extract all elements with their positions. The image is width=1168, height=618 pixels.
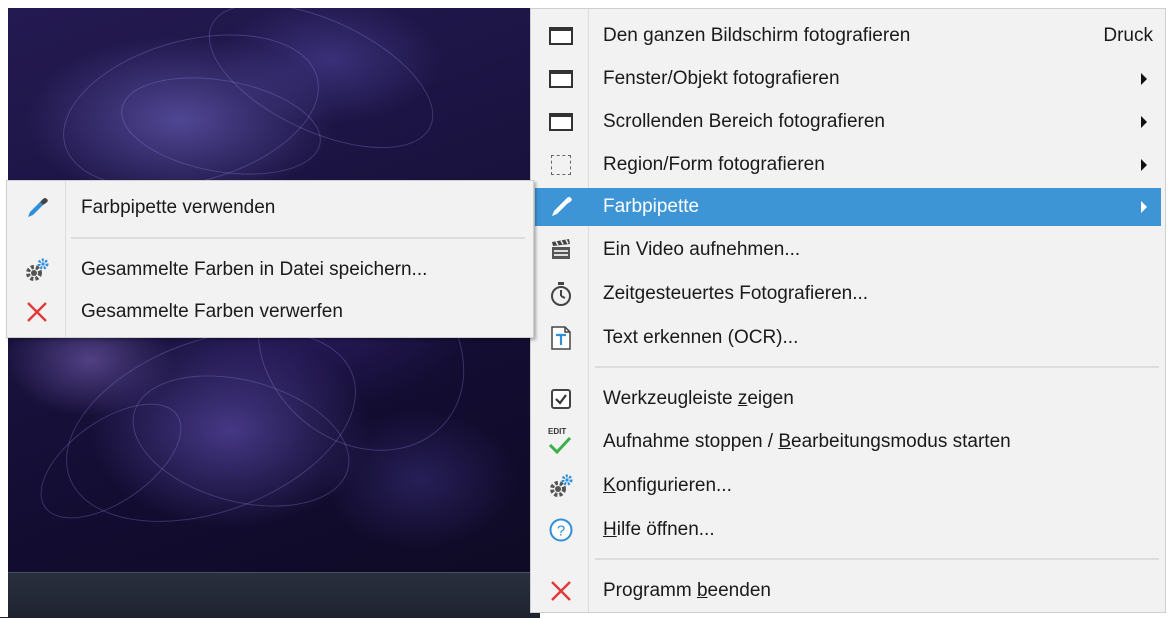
- text-document-icon: [535, 319, 587, 357]
- submenu-item-discard-colors[interactable]: Gesammelte Farben verwerfen: [9, 293, 529, 331]
- window-icon: [535, 103, 587, 141]
- menu-item-window-object[interactable]: Fenster/Objekt fotografieren: [535, 60, 1161, 98]
- menu-item-show-toolbar[interactable]: Werkzeugleiste zeigen: [535, 380, 1161, 418]
- eyedropper-icon: [535, 188, 587, 226]
- color-picker-submenu: Farbpipette verwenden Gesammelte Farben …: [6, 180, 534, 338]
- menu-item-timed-capture[interactable]: Zeitgesteuertes Fotografieren...: [535, 275, 1161, 313]
- submenu-item-use-color-picker[interactable]: Farbpipette verwenden: [9, 189, 529, 227]
- submenu-item-label: Gesammelte Farben in Datei speichern...: [81, 259, 428, 280]
- submenu-separator: [71, 237, 525, 239]
- submenu-arrow-icon: [1141, 201, 1147, 213]
- submenu-item-save-colors[interactable]: Gesammelte Farben in Datei speichern...: [9, 251, 529, 289]
- menu-item-label: Text erkennen (OCR)...: [603, 327, 799, 348]
- edit-check-icon: EDIT: [535, 423, 587, 461]
- menu-separator: [595, 558, 1159, 560]
- region-icon: [535, 146, 587, 184]
- context-menu: Den ganzen Bildschirm fotografieren Druc…: [530, 8, 1166, 613]
- taskbar[interactable]: [0, 572, 540, 618]
- gears-icon: [9, 251, 65, 289]
- menu-item-ocr[interactable]: Text erkennen (OCR)...: [535, 319, 1161, 357]
- submenu-item-label: Gesammelte Farben verwerfen: [81, 301, 343, 322]
- submenu-arrow-icon: [1141, 116, 1147, 128]
- border-strip-top: [0, 0, 540, 8]
- menu-item-exit-program[interactable]: Programm beenden: [535, 572, 1161, 610]
- menu-separator: [595, 366, 1159, 368]
- menu-item-open-help[interactable]: ? Hilfe öffnen...: [535, 511, 1161, 549]
- submenu-arrow-icon: [1141, 73, 1147, 85]
- menu-item-fullscreen[interactable]: Den ganzen Bildschirm fotografieren Druc…: [535, 17, 1161, 55]
- menu-item-label: Region/Form fotografieren: [603, 154, 825, 175]
- help-icon: ?: [535, 511, 587, 549]
- stopwatch-icon: [535, 275, 587, 313]
- menu-item-record-video[interactable]: Ein Video aufnehmen...: [535, 231, 1161, 269]
- menu-item-label: Programm beenden: [603, 580, 771, 601]
- gears-icon: [535, 467, 587, 505]
- clapperboard-icon: [535, 231, 587, 269]
- menu-item-configure[interactable]: Konfigurieren...: [535, 467, 1161, 505]
- submenu-arrow-icon: [1141, 159, 1147, 171]
- menu-item-label: Werkzeugleiste zeigen: [603, 388, 794, 409]
- menu-item-label: Zeitgesteuertes Fotografieren...: [603, 283, 869, 304]
- menu-item-label: Hilfe öffnen...: [603, 519, 715, 540]
- menu-item-stop-edit-mode[interactable]: EDIT Aufnahme stoppen / Bearbeitungsmodu…: [535, 423, 1161, 461]
- submenu-item-label: Farbpipette verwenden: [81, 197, 276, 218]
- menu-item-label: Aufnahme stoppen / Bearbeitungsmodus sta…: [603, 431, 1011, 452]
- svg-text:?: ?: [557, 523, 565, 540]
- checkbox-icon: [535, 380, 587, 418]
- close-x-icon: [535, 572, 587, 610]
- menu-item-label: Den ganzen Bildschirm fotografieren: [603, 25, 911, 46]
- menu-item-shortcut: Druck: [1103, 25, 1153, 46]
- close-x-icon: [9, 293, 65, 331]
- menu-item-color-picker[interactable]: Farbpipette: [535, 188, 1161, 226]
- window-icon: [535, 60, 587, 98]
- svg-text:EDIT: EDIT: [548, 427, 566, 436]
- menu-item-label: Scrollenden Bereich fotografieren: [603, 111, 886, 132]
- menu-item-scrolling-region[interactable]: Scrollenden Bereich fotografieren: [535, 103, 1161, 141]
- menu-item-label: Farbpipette: [603, 196, 700, 217]
- menu-item-label: Ein Video aufnehmen...: [603, 239, 801, 260]
- menu-item-label: Konfigurieren...: [603, 475, 732, 496]
- menu-item-region-shape[interactable]: Region/Form fotografieren: [535, 146, 1161, 184]
- window-icon: [535, 17, 587, 55]
- eyedropper-icon: [9, 189, 65, 227]
- menu-item-label: Fenster/Objekt fotografieren: [603, 68, 840, 89]
